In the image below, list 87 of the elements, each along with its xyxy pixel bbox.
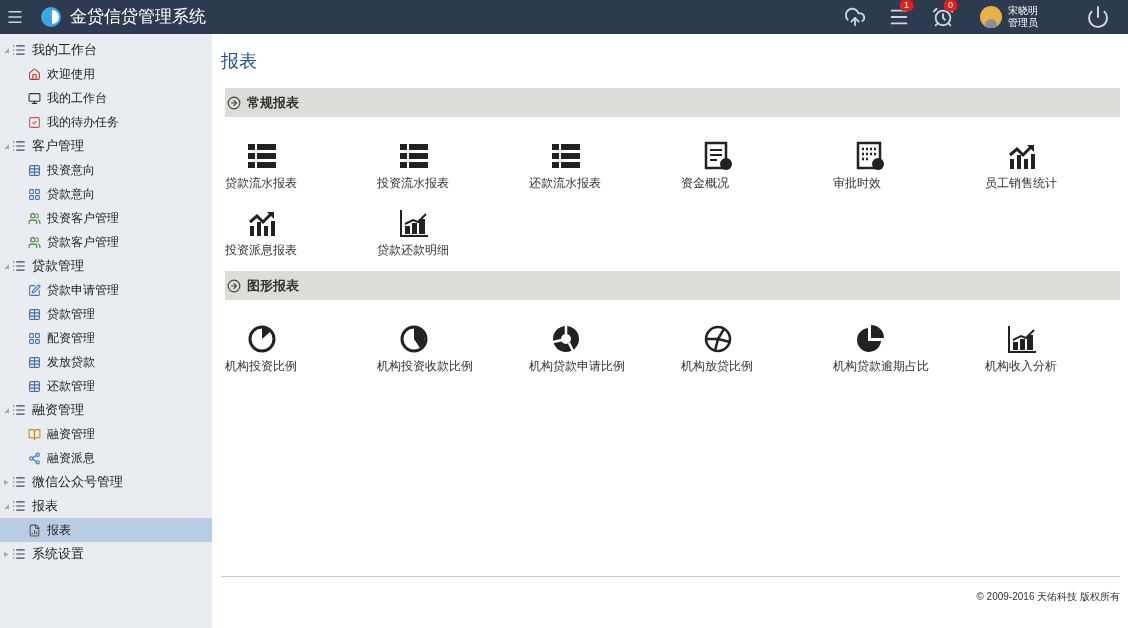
- table-icon: [28, 163, 41, 177]
- list-icon: [12, 403, 26, 417]
- home-icon: [28, 67, 41, 81]
- report-link[interactable]: 贷款流水报表: [225, 141, 377, 192]
- list-icon: [12, 547, 26, 561]
- monitor-icon: [28, 91, 41, 105]
- sidebar-group[interactable]: 我的工作台: [0, 38, 212, 62]
- pie-chart-icon: [703, 324, 733, 354]
- report-link[interactable]: 机构放贷比例: [681, 324, 833, 375]
- report-link[interactable]: 投资流水报表: [377, 141, 529, 192]
- sidebar-item[interactable]: 贷款申请管理: [0, 278, 212, 302]
- sidebar-group[interactable]: 报表: [0, 494, 212, 518]
- list-icon: [551, 141, 581, 171]
- page-title: 报表: [221, 50, 258, 73]
- list-icon: [12, 259, 26, 273]
- sidebar-item[interactable]: 贷款意向: [0, 182, 212, 206]
- sidebar-group[interactable]: 贷款管理: [0, 254, 212, 278]
- sidebar-group[interactable]: 客户管理: [0, 134, 212, 158]
- arrow-circle-icon: [227, 278, 241, 293]
- pie-chart-icon: [399, 324, 429, 354]
- task-icon: [28, 115, 41, 129]
- sidebar-item[interactable]: 贷款客户管理: [0, 230, 212, 254]
- user-role: 管理员: [1008, 17, 1038, 29]
- sidebar-group[interactable]: 系统设置: [0, 542, 212, 566]
- sidebar-item[interactable]: 配资管理: [0, 326, 212, 350]
- edit-icon: [28, 283, 41, 297]
- sidebar-item[interactable]: 我的工作台: [0, 86, 212, 110]
- sidebar-item[interactable]: 融资管理: [0, 422, 212, 446]
- user-name: 宋晓明: [1008, 5, 1038, 17]
- pie-chart-icon: [551, 324, 581, 354]
- grid-icon: [28, 187, 41, 201]
- count-badge: 1: [900, 0, 913, 11]
- report-link[interactable]: 贷款还款明细: [377, 208, 529, 259]
- report-link[interactable]: 审批时效: [833, 141, 985, 192]
- report-link[interactable]: 机构贷款逾期占比: [833, 324, 985, 375]
- sidebar-item[interactable]: 投资客户管理: [0, 206, 212, 230]
- cloud-upload-icon[interactable]: [844, 6, 866, 28]
- copyright-text: © 2009-2016 天佑科技 版权所有: [976, 590, 1120, 604]
- section-title: 常规报表: [247, 93, 299, 112]
- report-link[interactable]: 机构投资收款比例: [377, 324, 529, 375]
- grid-icon: [28, 331, 41, 345]
- sidebar-item[interactable]: 贷款管理: [0, 302, 212, 326]
- sidebar-item[interactable]: 融资派息: [0, 446, 212, 470]
- sidebar-item[interactable]: 我的待办任务: [0, 110, 212, 134]
- table-icon: [28, 355, 41, 369]
- list-icon: [12, 499, 26, 513]
- sidebar-item[interactable]: 报表: [0, 518, 212, 542]
- list-icon: [12, 475, 26, 489]
- sidebar-item[interactable]: 欢迎使用: [0, 62, 212, 86]
- list-icon: [399, 141, 429, 171]
- list-icon: [12, 139, 26, 153]
- menu-icon[interactable]: [6, 8, 24, 26]
- sidebar-item[interactable]: 投资意向: [0, 158, 212, 182]
- table-icon: [28, 379, 41, 393]
- arrow-circle-icon: [227, 95, 241, 110]
- users-icon: [28, 211, 41, 225]
- document-coin-icon: [703, 141, 733, 171]
- bar-chart-icon: [399, 208, 429, 238]
- sidebar-group[interactable]: 融资管理: [0, 398, 212, 422]
- calculator-icon: [855, 141, 885, 171]
- report-link[interactable]: 机构收入分析: [985, 324, 1115, 375]
- users-icon: [28, 235, 41, 249]
- report-link[interactable]: 还款流水报表: [529, 141, 681, 192]
- bar-chart-icon: [1007, 324, 1037, 354]
- sidebar-item[interactable]: 还款管理: [0, 374, 212, 398]
- report-link[interactable]: 投资派息报表: [225, 208, 377, 259]
- table-icon: [28, 307, 41, 321]
- report-link[interactable]: 资金概况: [681, 141, 833, 192]
- book-icon: [28, 427, 41, 441]
- report-link[interactable]: 机构投资比例: [225, 324, 377, 375]
- pie-chart-icon: [855, 324, 885, 354]
- report-link[interactable]: 员工销售统计: [985, 141, 1115, 192]
- report-link[interactable]: 机构贷款申请比例: [529, 324, 681, 375]
- sidebar-group[interactable]: 微信公众号管理: [0, 470, 212, 494]
- app-title: 金贷信贷管理系统: [70, 6, 206, 29]
- pie-chart-icon: [247, 324, 277, 354]
- power-icon[interactable]: [1086, 5, 1110, 29]
- count-badge: 0: [944, 0, 957, 11]
- list-icon: [12, 43, 26, 57]
- sidebar-item[interactable]: 发放贷款: [0, 350, 212, 374]
- alarm-clock-icon[interactable]: [932, 6, 954, 28]
- share-icon: [28, 451, 41, 465]
- logo-icon: [40, 6, 62, 28]
- report-icon: [28, 523, 41, 537]
- avatar-icon[interactable]: [980, 6, 1002, 28]
- list-icon: [247, 141, 277, 171]
- section-title: 图形报表: [247, 276, 299, 295]
